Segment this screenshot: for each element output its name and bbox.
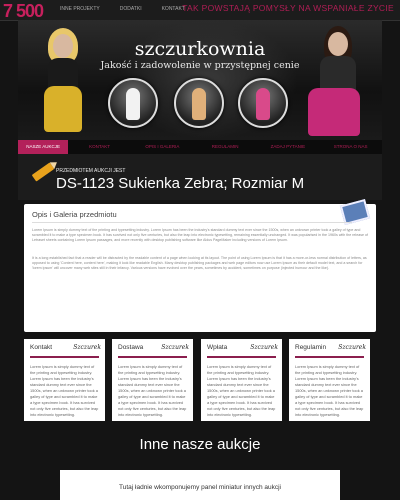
banner-thumbnail-2[interactable]: [174, 78, 224, 128]
site-logo[interactable]: 7 500: [3, 0, 44, 22]
top-nav: INNE PROJEKTY DODATKI KONTAKT: [60, 6, 185, 12]
product-kicker: PRZEDMIOTEM AUKCJI JEST: [56, 168, 126, 174]
card-signature: Szczurek: [250, 344, 278, 351]
banner-title: szczurkownia: [134, 38, 266, 60]
card-title: Kontakt: [30, 344, 53, 351]
banner-thumbnail-3[interactable]: [238, 78, 288, 128]
banner-thumbnail-1[interactable]: [108, 78, 158, 128]
divider: [32, 222, 352, 223]
card-title: Regulamin: [295, 344, 327, 351]
card-signature: Szczurek: [73, 344, 101, 351]
main-nav: NASZE AUKCJE KONTAKT OPIS I GALERIA REGU…: [18, 140, 382, 154]
header-tagline: TAK POWSTAJĄ POMYSŁY NA WSPANIAŁE ZYCIE: [182, 3, 394, 13]
card-title: Dostawa: [118, 344, 144, 351]
card-text: Lorem Ipsum is simply dummy text of the …: [30, 364, 99, 417]
info-card-delivery: Dostawa Szczurek Lorem Ipsum is simply d…: [112, 339, 193, 421]
product-title-bar: PRZEDMIOTEM AUKCJI JEST DS-1123 Sukienka…: [18, 154, 382, 200]
nav-item-contact[interactable]: KONTAKT: [68, 140, 131, 154]
other-auctions-text: Tutaj ładnie wkomponujemy panel miniatur…: [119, 484, 281, 491]
pencil-icon: [31, 162, 55, 182]
card-text: Lorem Ipsum is simply dummy text of the …: [118, 364, 187, 417]
nav-item-gallery[interactable]: OPIS I GALERIA: [131, 140, 194, 154]
top-nav-link-extras[interactable]: DODATKI: [120, 6, 142, 12]
card-signature: Szczurek: [161, 344, 189, 351]
product-title: DS-1123 Sukienka Zebra; Rozmiar M: [56, 175, 305, 192]
info-card-payment: Wpłata Szczurek Lorem Ipsum is simply du…: [201, 339, 282, 421]
hero-banner: szczurkownia Jakość i zadowolenie w przy…: [18, 20, 382, 140]
card-text: Lorem Ipsum is simply dummy text of the …: [295, 364, 364, 417]
card-title: Wpłata: [207, 344, 228, 351]
nav-item-about[interactable]: STRONA O NAS: [319, 140, 382, 154]
card-signature: Szczurek: [338, 344, 366, 351]
info-card-contact: Kontakt Szczurek Lorem Ipsum is simply d…: [24, 339, 105, 421]
description-heading: Opis i Galeria przedmiotu: [32, 210, 117, 219]
description-paragraph-1: Lorem Ipsum is simply dummy text of the …: [32, 228, 369, 242]
top-nav-link-projects[interactable]: INNE PROJEKTY: [60, 6, 100, 12]
nav-item-rules[interactable]: REGULAMIN: [194, 140, 257, 154]
banner-subtitle: Jakość i zadowolenie w przystępnej cenie: [100, 60, 300, 71]
other-auctions-panel: Tutaj ładnie wkomponujemy panel miniatur…: [60, 470, 340, 500]
nav-item-ask-question[interactable]: ZADAJ PYTANIE: [257, 140, 320, 154]
description-paragraph-2: It is a long established fact that a rea…: [32, 256, 367, 270]
card-text: Lorem Ipsum is simply dummy text of the …: [207, 364, 276, 417]
info-card-rules: Regulamin Szczurek Lorem Ipsum is simply…: [289, 339, 370, 421]
other-auctions-heading: Inne nasze aukcje: [139, 436, 261, 453]
nav-item-auctions[interactable]: NASZE AUKCJE: [18, 140, 69, 154]
description-panel: Opis i Galeria przedmiotu Lorem Ipsum is…: [24, 198, 376, 332]
top-bar: 7 500 INNE PROJEKTY DODATKI KONTAKT TAK …: [0, 0, 400, 21]
